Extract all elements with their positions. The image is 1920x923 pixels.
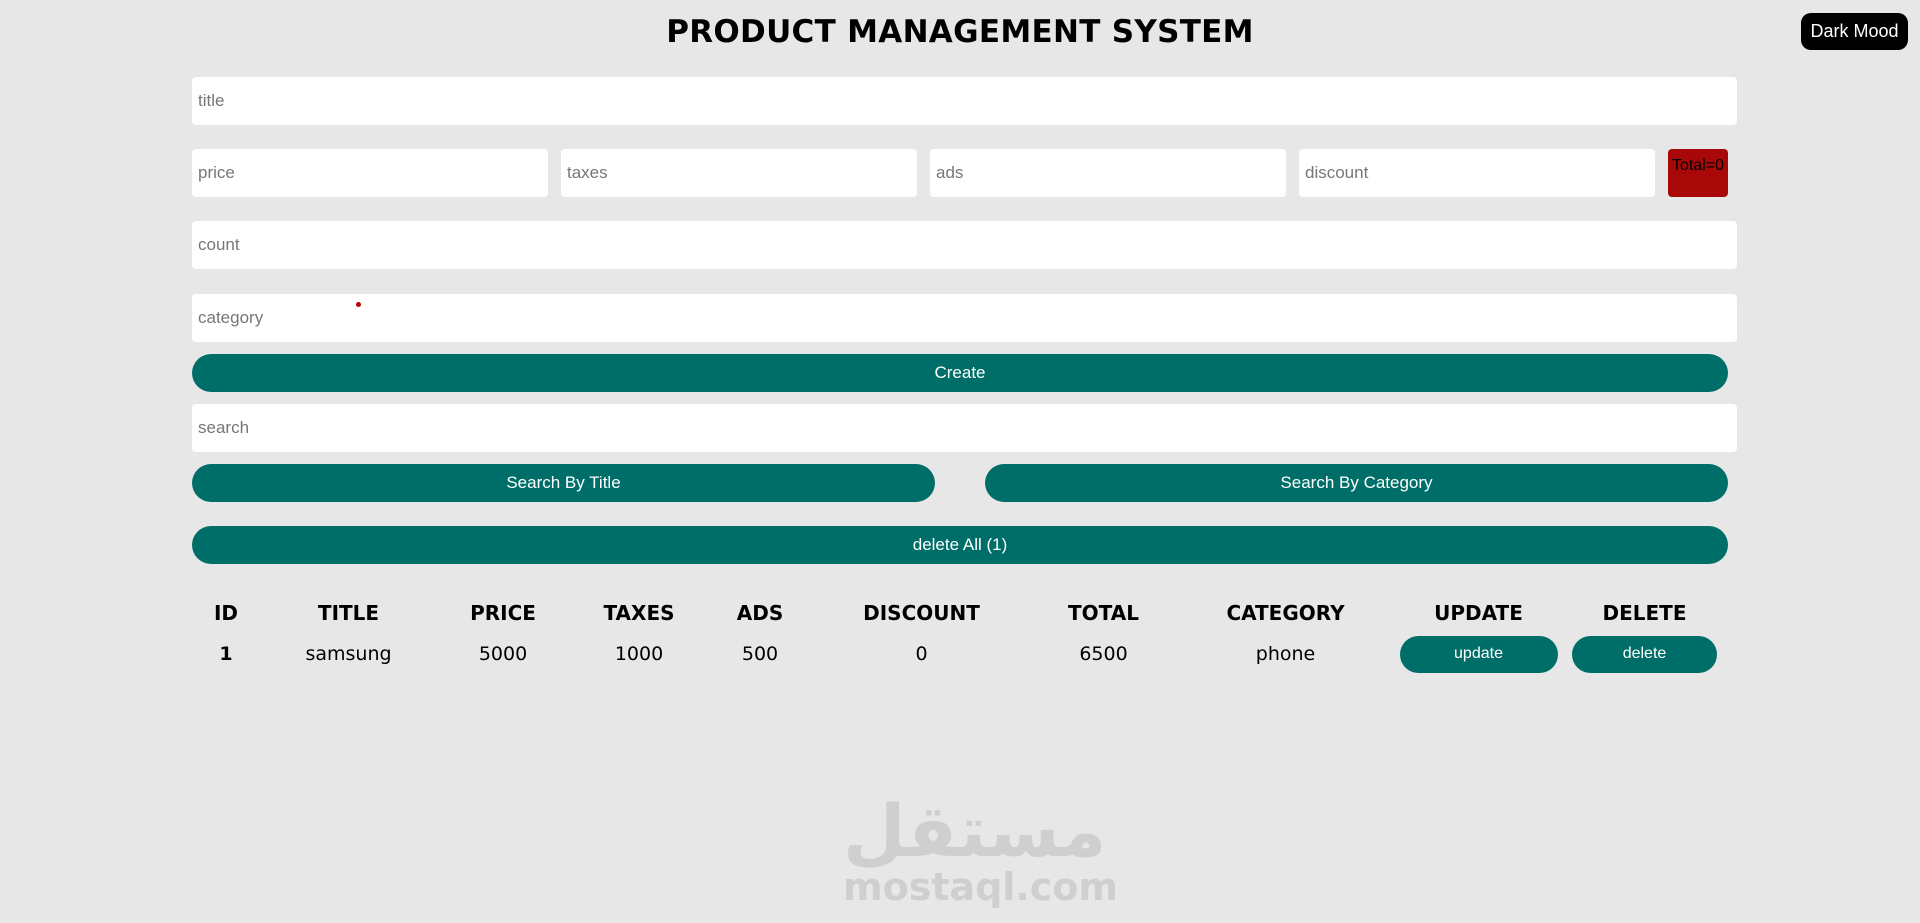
cell-title: samsung bbox=[305, 643, 392, 665]
header-delete: DELETE bbox=[1602, 601, 1687, 625]
discount-input[interactable] bbox=[1299, 149, 1655, 197]
watermark-arabic: مستقل bbox=[843, 789, 1107, 873]
delete-all-button[interactable]: delete All (1) bbox=[192, 526, 1728, 564]
search-by-title-button[interactable]: Search By Title bbox=[192, 464, 935, 502]
total-display: Total=0 bbox=[1668, 149, 1728, 197]
cell-price: 5000 bbox=[478, 643, 528, 665]
cell-id: 1 bbox=[219, 643, 233, 665]
cell-delete: delete bbox=[1561, 630, 1728, 678]
table-row: 1 samsung 5000 1000 500 0 6500 phone upd… bbox=[192, 630, 1728, 678]
header-id: ID bbox=[213, 601, 239, 625]
search-by-category-button[interactable]: Search By Category bbox=[985, 464, 1728, 502]
header-taxes: TAXES bbox=[603, 601, 675, 625]
cell-total: 6500 bbox=[1079, 643, 1128, 665]
create-button[interactable]: Create bbox=[192, 354, 1728, 392]
price-input[interactable] bbox=[192, 149, 548, 197]
dark-mode-button[interactable]: Dark Mood bbox=[1801, 13, 1908, 50]
watermark-latin: mostaql.com bbox=[843, 865, 1119, 909]
cell-discount: 0 bbox=[915, 643, 928, 665]
watermark-logo: مستقل mostaql.com bbox=[843, 789, 1119, 909]
category-input[interactable] bbox=[192, 294, 1737, 342]
count-input[interactable] bbox=[192, 221, 1737, 269]
cell-ads: 500 bbox=[741, 643, 779, 665]
delete-button[interactable]: delete bbox=[1572, 635, 1717, 673]
header-price: PRICE bbox=[470, 601, 536, 625]
cell-taxes: 1000 bbox=[614, 643, 664, 665]
table-header-row: ID TITLE PRICE TAXES ADS DISCOUNT TOTAL … bbox=[192, 596, 1728, 630]
update-button[interactable]: update bbox=[1399, 635, 1558, 673]
search-input[interactable] bbox=[192, 404, 1737, 452]
cell-category: phone bbox=[1255, 643, 1316, 665]
page-title: PRODUCT MANAGEMENT SYSTEM bbox=[666, 14, 1254, 50]
header-update: UPDATE bbox=[1434, 601, 1523, 625]
ads-input[interactable] bbox=[930, 149, 1286, 197]
cell-update: update bbox=[1396, 630, 1561, 678]
title-input[interactable] bbox=[192, 77, 1737, 125]
header-category: CATEGORY bbox=[1226, 601, 1345, 625]
cursor-dot bbox=[356, 302, 361, 307]
products-table: ID TITLE PRICE TAXES ADS DISCOUNT TOTAL … bbox=[192, 596, 1728, 678]
header-ads: ADS bbox=[736, 601, 784, 625]
header-total: TOTAL bbox=[1068, 601, 1139, 625]
header-title: TITLE bbox=[317, 601, 380, 625]
taxes-input[interactable] bbox=[561, 149, 917, 197]
header-discount: DISCOUNT bbox=[863, 601, 980, 625]
